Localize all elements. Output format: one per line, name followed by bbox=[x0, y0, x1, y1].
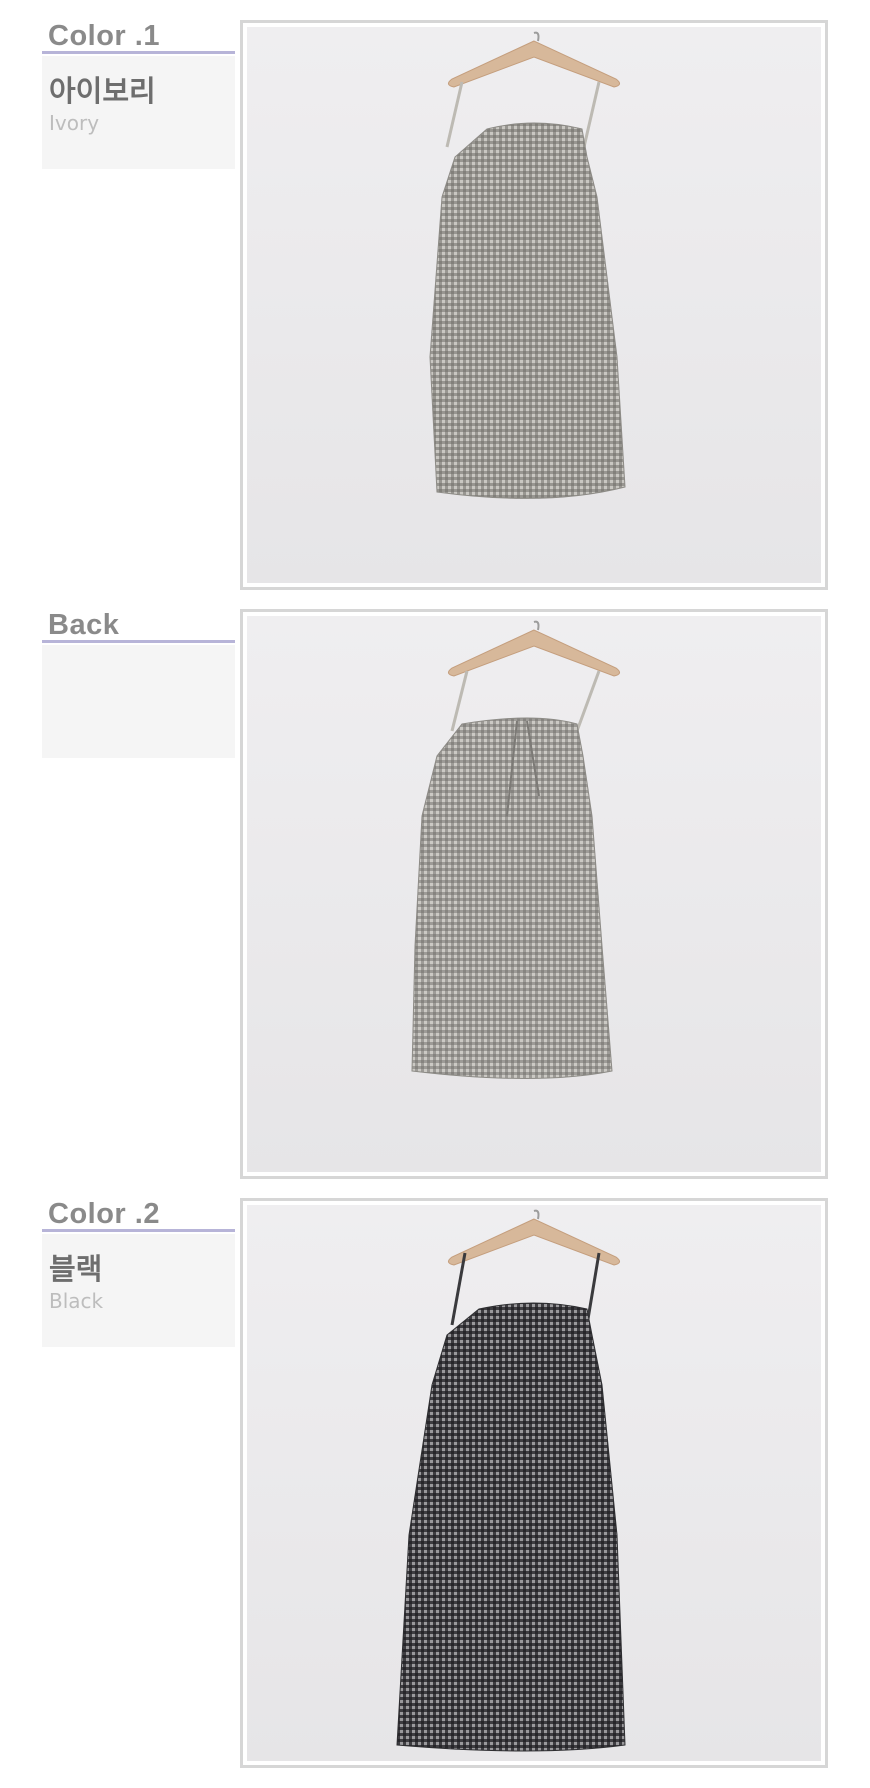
color-name-english: Black bbox=[49, 1289, 104, 1313]
ivory-dress-back-photo bbox=[247, 616, 821, 1172]
color-name-korean: 블랙 bbox=[49, 1252, 103, 1286]
color-label-panel: Color .1 아이보리 Ivory bbox=[42, 20, 235, 169]
color-name-box: 블랙 Black bbox=[42, 1234, 235, 1347]
dress-image bbox=[396, 1209, 626, 1752]
product-photo-frame bbox=[240, 609, 828, 1179]
section-title: Color .2 bbox=[42, 1198, 235, 1232]
product-photo-frame bbox=[240, 20, 828, 590]
color-section-2: Color .2 블랙 Black bbox=[0, 1198, 870, 1768]
empty-label-box bbox=[42, 645, 235, 758]
hanger-icon bbox=[448, 31, 620, 88]
color-name-english: Ivory bbox=[49, 111, 100, 135]
dress-image bbox=[411, 620, 620, 1079]
section-title: Back bbox=[42, 609, 235, 643]
hanger-icon bbox=[448, 620, 620, 677]
ivory-dress-front-photo bbox=[247, 27, 821, 583]
dress-image bbox=[429, 31, 626, 499]
color-name-box: 아이보리 Ivory bbox=[42, 56, 235, 169]
section-title: Color .1 bbox=[42, 20, 235, 54]
product-photo-frame bbox=[240, 1198, 828, 1768]
hanger-icon bbox=[448, 1209, 620, 1266]
black-dress-front-photo bbox=[247, 1205, 821, 1761]
color-name-korean: 아이보리 bbox=[49, 74, 156, 108]
back-section: Back bbox=[0, 609, 870, 1179]
color-section-1: Color .1 아이보리 Ivory bbox=[0, 20, 870, 590]
back-label-panel: Back bbox=[42, 609, 235, 758]
color-label-panel: Color .2 블랙 Black bbox=[42, 1198, 235, 1347]
